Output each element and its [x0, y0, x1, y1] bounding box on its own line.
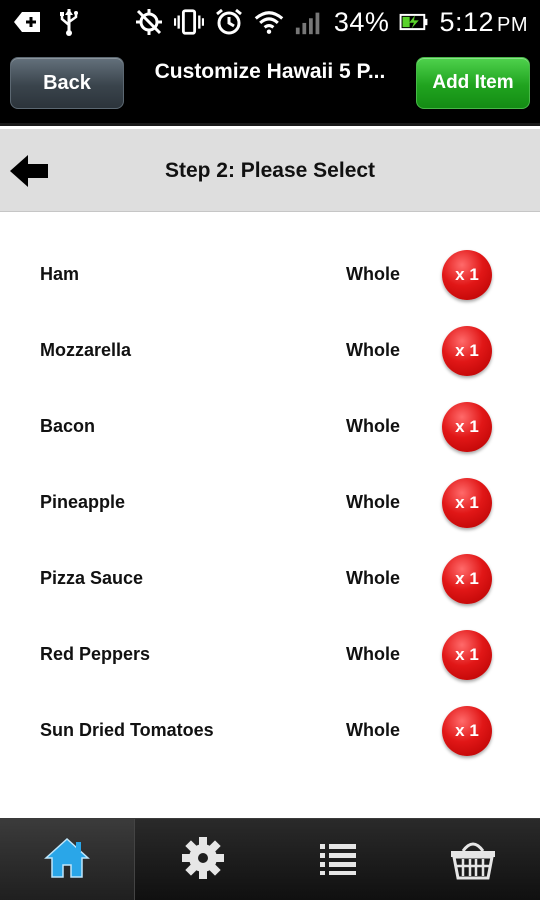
quantity-button[interactable]: x 1	[442, 706, 492, 756]
quantity-button[interactable]: x 1	[442, 326, 492, 376]
step-title: Step 2: Please Select	[164, 158, 376, 182]
list-item[interactable]: Red Peppers Whole x 1	[0, 616, 540, 692]
clock-time: 5:12	[439, 6, 494, 37]
status-bar: 34% 5:12 PM	[0, 0, 540, 44]
list-item[interactable]: Pizza Sauce Whole x 1	[0, 540, 540, 616]
basket-icon	[449, 835, 497, 886]
nav-basket[interactable]	[405, 819, 540, 900]
clock: 5:12 PM	[439, 7, 528, 38]
topping-name: Mozzarella	[40, 340, 132, 360]
signal-icon	[294, 7, 324, 37]
usb-debug-icon	[12, 7, 42, 37]
gps-off-icon	[134, 7, 164, 37]
list-item[interactable]: Ham Whole x 1	[0, 236, 540, 312]
portion-selector[interactable]: Whole	[346, 388, 400, 464]
vibrate-icon	[173, 7, 204, 37]
home-icon	[43, 836, 91, 885]
gear-icon	[180, 835, 226, 886]
page-title: Customize Hawaii 5 P...	[154, 60, 386, 83]
topping-name: Red Peppers	[40, 644, 151, 664]
app-screen: 34% 5:12 PM Back Customize Hawaii 5 P... …	[0, 0, 540, 900]
topping-list: Ham Whole x 1 Mozzarella Whole x 1 Bacon…	[0, 236, 540, 768]
topping-name: Ham	[40, 264, 80, 284]
quantity-button[interactable]: x 1	[442, 402, 492, 452]
quantity-button[interactable]: x 1	[442, 554, 492, 604]
list-icon	[316, 840, 360, 881]
portion-selector[interactable]: Whole	[346, 236, 400, 312]
nav-home[interactable]	[0, 819, 135, 900]
battery-charging-icon	[399, 7, 429, 37]
list-item[interactable]: Sun Dried Tomatoes Whole x 1	[0, 692, 540, 768]
topping-name: Pineapple	[40, 492, 126, 512]
back-button[interactable]: Back	[10, 57, 124, 109]
list-item[interactable]: Bacon Whole x 1	[0, 388, 540, 464]
wifi-icon	[254, 7, 284, 37]
list-item[interactable]: Mozzarella Whole x 1	[0, 312, 540, 388]
topping-name: Sun Dried Tomatoes	[40, 720, 214, 740]
step-header: Step 2: Please Select	[0, 129, 540, 212]
portion-selector[interactable]: Whole	[346, 540, 400, 616]
bottom-nav	[0, 818, 540, 900]
quantity-button[interactable]: x 1	[442, 630, 492, 680]
portion-selector[interactable]: Whole	[346, 312, 400, 388]
arrow-left-icon[interactable]	[8, 149, 52, 193]
alarm-icon	[214, 7, 244, 37]
quantity-button[interactable]: x 1	[442, 478, 492, 528]
add-item-button[interactable]: Add Item	[416, 57, 530, 109]
action-bar: Back Customize Hawaii 5 P... Add Item	[0, 44, 540, 126]
battery-percent: 34%	[333, 6, 390, 37]
list-item[interactable]: Pineapple Whole x 1	[0, 464, 540, 540]
nav-menu[interactable]	[270, 819, 405, 900]
quantity-button[interactable]: x 1	[442, 250, 492, 300]
portion-selector[interactable]: Whole	[346, 692, 400, 768]
topping-name: Pizza Sauce	[40, 568, 144, 588]
portion-selector[interactable]: Whole	[346, 464, 400, 540]
portion-selector[interactable]: Whole	[346, 616, 400, 692]
clock-ampm: PM	[497, 13, 528, 36]
topping-name: Bacon	[40, 416, 96, 436]
nav-settings[interactable]	[135, 819, 270, 900]
usb-icon	[54, 7, 84, 37]
